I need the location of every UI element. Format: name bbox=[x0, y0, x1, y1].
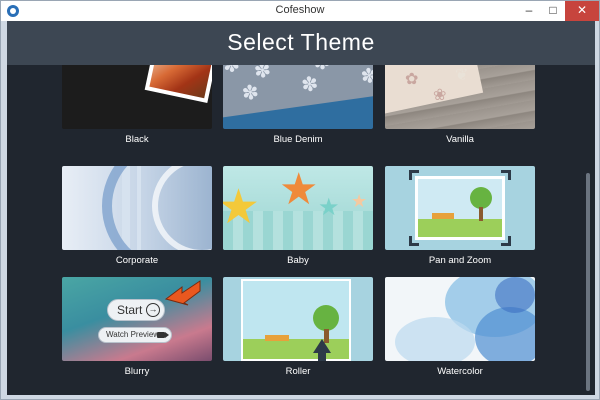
theme-tile-baby[interactable]: ★ ★ ★ ★ Baby bbox=[223, 166, 373, 266]
theme-label-pan-and-zoom: Pan and Zoom bbox=[428, 255, 492, 266]
app-window: Cofeshow – □ ✕ Select Theme Black ✽ ✽ ✽ … bbox=[0, 0, 600, 400]
watch-preview-label: Watch Preview bbox=[106, 330, 160, 339]
title-bar[interactable]: Cofeshow – □ ✕ bbox=[1, 1, 599, 21]
theme-tile-watercolor[interactable]: Watercolor bbox=[385, 277, 535, 377]
vertical-scrollbar[interactable] bbox=[583, 65, 593, 391]
theme-thumbnail-corporate[interactable] bbox=[62, 166, 212, 250]
up-arrow-icon bbox=[313, 339, 331, 353]
theme-thumbnail-black[interactable] bbox=[62, 65, 212, 129]
theme-thumbnail-watercolor[interactable] bbox=[385, 277, 535, 361]
theme-label-vanilla: Vanilla bbox=[446, 134, 474, 145]
page-title: Select Theme bbox=[227, 29, 375, 55]
scene-frame bbox=[241, 279, 351, 361]
main-content: Select Theme Black ✽ ✽ ✽ ✽ ✽ ✽ bbox=[7, 21, 595, 395]
corner-arrow-icon bbox=[409, 236, 419, 246]
star-icon: ★ bbox=[351, 191, 368, 211]
scene-frame bbox=[415, 176, 505, 240]
theme-thumbnail-vanilla[interactable]: ✿ ❀ ❦ bbox=[385, 65, 535, 129]
close-button[interactable]: ✕ bbox=[565, 1, 599, 21]
theme-thumbnail-pan-and-zoom[interactable] bbox=[385, 166, 535, 250]
theme-tile-pan-and-zoom[interactable]: Pan and Zoom bbox=[385, 166, 535, 266]
window-title: Cofeshow bbox=[275, 4, 325, 16]
bench-icon bbox=[432, 213, 454, 219]
corner-arrow-icon bbox=[501, 236, 511, 246]
theme-tile-corporate[interactable]: Corporate bbox=[62, 166, 212, 266]
theme-label-black: Black bbox=[125, 134, 149, 145]
tree-icon bbox=[313, 305, 339, 331]
star-icon: ★ bbox=[279, 166, 319, 214]
theme-tile-roller[interactable]: Roller bbox=[223, 277, 373, 377]
theme-label-roller: Roller bbox=[285, 366, 311, 377]
scrollbar-thumb[interactable] bbox=[586, 173, 590, 391]
corner-arrow-icon bbox=[409, 170, 419, 180]
theme-thumbnail-blurry[interactable]: Start → Watch Preview bbox=[62, 277, 212, 361]
theme-thumbnail-blue-denim[interactable]: ✽ ✽ ✽ ✽ ✽ ✽ ✽ ✽ ✽ bbox=[223, 65, 373, 129]
theme-label-baby: Baby bbox=[287, 255, 309, 266]
theme-label-blurry: Blurry bbox=[124, 366, 150, 377]
photo-decoration bbox=[144, 65, 212, 104]
theme-grid: Black ✽ ✽ ✽ ✽ ✽ ✽ ✽ ✽ ✽ Blue bbox=[7, 65, 595, 395]
theme-thumbnail-roller[interactable] bbox=[223, 277, 373, 361]
theme-label-blue-denim: Blue Denim bbox=[273, 134, 323, 145]
bench-icon bbox=[265, 335, 289, 341]
star-icon: ★ bbox=[318, 194, 340, 221]
theme-label-corporate: Corporate bbox=[115, 255, 159, 266]
star-icon: ★ bbox=[223, 181, 261, 234]
camera-icon bbox=[157, 332, 169, 338]
watch-preview-button[interactable]: Watch Preview bbox=[98, 327, 172, 343]
theme-thumbnail-baby[interactable]: ★ ★ ★ ★ bbox=[223, 166, 373, 250]
minimize-button[interactable]: – bbox=[517, 1, 541, 21]
start-button[interactable]: Start → bbox=[107, 299, 165, 321]
fabric-decoration: ✽ ✽ ✽ ✽ ✽ ✽ ✽ ✽ ✽ bbox=[223, 65, 373, 118]
theme-tile-vanilla[interactable]: ✿ ❀ ❦ Vanilla bbox=[385, 65, 535, 145]
maximize-button[interactable]: □ bbox=[541, 1, 565, 21]
pointer-arrow-icon bbox=[164, 280, 201, 306]
page-header: Select Theme bbox=[7, 21, 595, 65]
tree-icon bbox=[470, 187, 492, 209]
theme-tile-black[interactable]: Black bbox=[62, 65, 212, 145]
corner-arrow-icon bbox=[501, 170, 511, 180]
theme-label-watercolor: Watercolor bbox=[437, 366, 483, 377]
start-button-label: Start bbox=[117, 303, 143, 317]
start-arrow-icon: → bbox=[146, 303, 160, 317]
theme-tile-blue-denim[interactable]: ✽ ✽ ✽ ✽ ✽ ✽ ✽ ✽ ✽ Blue Denim bbox=[223, 65, 373, 145]
theme-tile-blurry[interactable]: Start → Watch Preview Blurry bbox=[62, 277, 212, 377]
